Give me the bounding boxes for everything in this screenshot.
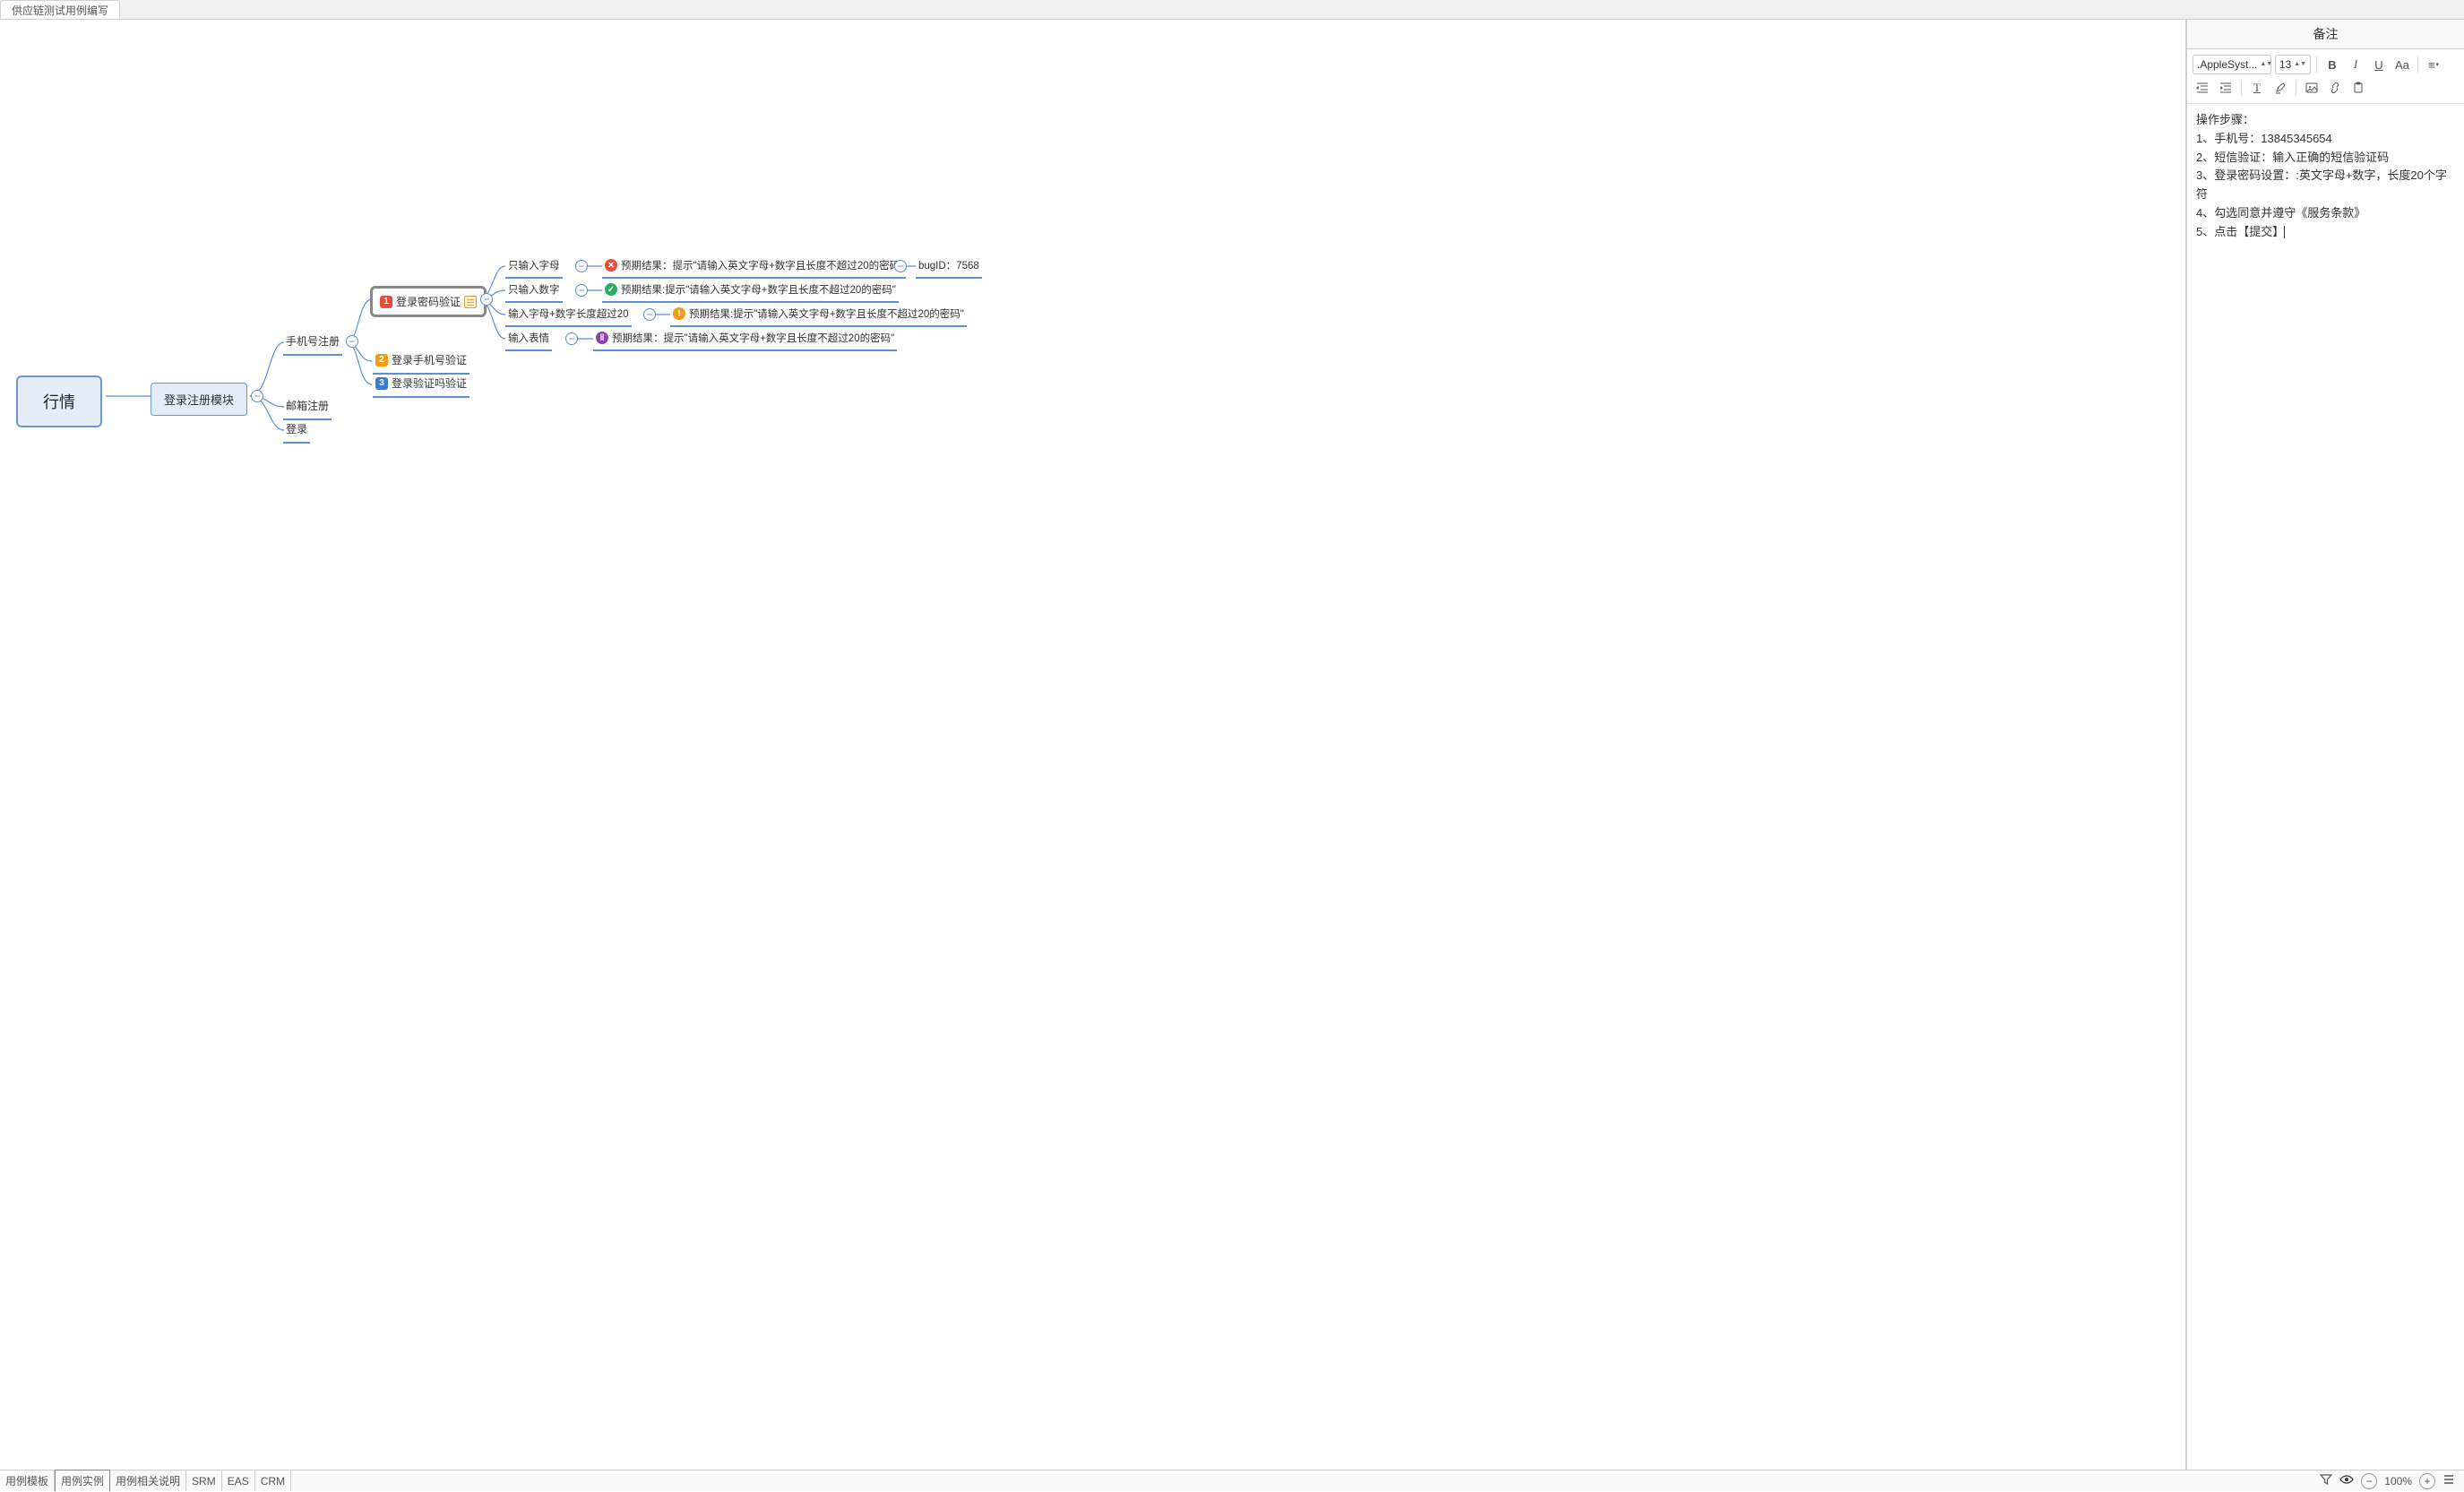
case-node[interactable]: 只输入字母 bbox=[505, 256, 563, 279]
font-size-value: 13 bbox=[2279, 58, 2291, 71]
bottom-tab[interactable]: SRM bbox=[186, 1470, 222, 1491]
clipboard-icon bbox=[2352, 82, 2365, 94]
notes-toolbar: .AppleSyst... ▲▼ 13 ▲▼ B I U Aa ≡▾ bbox=[2187, 49, 2464, 104]
bold-button[interactable]: B bbox=[2322, 55, 2342, 74]
clear-format-button[interactable]: T bbox=[2247, 78, 2267, 98]
align-button[interactable]: ≡▾ bbox=[2424, 55, 2443, 74]
notes-line: 1、手机号：13845345654 bbox=[2196, 130, 2455, 149]
notes-header: 备注 bbox=[2187, 20, 2464, 49]
result-text: 预期结果：提示"请输入英文字母+数字且长度不超过20的密码" bbox=[612, 331, 894, 345]
bugid-node[interactable]: bugID：7568 bbox=[916, 256, 982, 279]
notes-line: 3、登录密码设置：:英文字母+数字，长度20个字符 bbox=[2196, 167, 2455, 204]
menu-icon[interactable] bbox=[2442, 1473, 2455, 1488]
result-text: 预期结果：提示"请输入英文字母+数字且长度不超过20的密码" bbox=[621, 258, 903, 272]
zoom-in-button[interactable]: + bbox=[2419, 1473, 2435, 1489]
zoom-value: 100% bbox=[2384, 1475, 2412, 1488]
collapse-icon[interactable]: − bbox=[894, 260, 907, 272]
italic-button[interactable]: I bbox=[2346, 55, 2365, 74]
font-size-select[interactable]: 13 ▲▼ bbox=[2275, 55, 2311, 74]
top-tab[interactable]: 供应链测试用例编写 bbox=[0, 0, 120, 19]
result-node[interactable]: ✕ 预期结果：提示"请输入英文字母+数字且长度不超过20的密码" bbox=[602, 256, 906, 279]
bottom-tabs: 用例模板 用例实例 用例相关说明 SRM EAS CRM bbox=[0, 1470, 2320, 1491]
highlight-icon bbox=[2274, 82, 2287, 94]
bottom-tab[interactable]: 用例模板 bbox=[0, 1470, 55, 1491]
case-node[interactable]: 输入字母+数字长度超过20 bbox=[505, 305, 632, 327]
bottom-tab[interactable]: 用例实例 bbox=[55, 1470, 110, 1492]
result-text: 预期结果:提示"请输入英文字母+数字且长度不超过20的密码" bbox=[621, 282, 896, 297]
text-cursor bbox=[2284, 226, 2285, 238]
textcase-button[interactable]: Aa bbox=[2392, 55, 2412, 74]
notes-panel: 备注 .AppleSyst... ▲▼ 13 ▲▼ B I U Aa ≡▾ bbox=[2186, 20, 2464, 1470]
notes-line: 4、勾选同意并遵守《服务条款》 bbox=[2196, 204, 2455, 223]
image-icon bbox=[2305, 82, 2318, 94]
bottom-tab[interactable]: EAS bbox=[222, 1470, 255, 1491]
branch-login[interactable]: 登录 bbox=[283, 419, 310, 444]
node-label: 登录验证吗验证 bbox=[392, 375, 467, 391]
font-family-select[interactable]: .AppleSyst... ▲▼ bbox=[2193, 55, 2271, 74]
node-phone-verify[interactable]: 2 登录手机号验证 bbox=[373, 350, 470, 375]
branch-email[interactable]: 邮箱注册 bbox=[283, 396, 332, 420]
separator bbox=[2417, 56, 2418, 73]
priority-badge-2: 2 bbox=[375, 354, 388, 367]
notes-line: 操作步骤： bbox=[2196, 111, 2455, 130]
indent-increase-icon bbox=[2219, 82, 2232, 94]
connectors bbox=[0, 20, 986, 468]
status-warn-icon: ! bbox=[673, 307, 685, 320]
clipboard-button[interactable] bbox=[2348, 78, 2368, 98]
priority-badge-3: 3 bbox=[375, 377, 388, 390]
node-captcha-verify[interactable]: 3 登录验证吗验证 bbox=[373, 374, 470, 398]
highlight-button[interactable] bbox=[2270, 78, 2290, 98]
zoom-out-button[interactable]: − bbox=[2361, 1473, 2377, 1489]
collapse-icon[interactable]: − bbox=[575, 260, 588, 272]
root-node[interactable]: 行情 bbox=[16, 375, 102, 427]
result-node[interactable]: ! 预期结果:提示"请输入英文字母+数字且长度不超过20的密码" bbox=[670, 305, 967, 327]
bottom-bar: 用例模板 用例实例 用例相关说明 SRM EAS CRM − 100% + bbox=[0, 1470, 2464, 1491]
indent-increase-button[interactable] bbox=[2216, 78, 2236, 98]
link-button[interactable] bbox=[2325, 78, 2345, 98]
font-family-value: .AppleSyst... bbox=[2197, 58, 2257, 71]
priority-badge-1: 1 bbox=[380, 296, 392, 308]
notes-line: 2、短信验证：输入正确的短信验证码 bbox=[2196, 149, 2455, 168]
dropdown-arrows-icon: ▲▼ bbox=[2260, 62, 2272, 67]
top-tab-bar: 供应链测试用例编写 bbox=[0, 0, 2464, 20]
bottom-tab[interactable]: CRM bbox=[255, 1470, 291, 1491]
canvas[interactable]: 行情 登录注册模块 − 手机号注册 − 邮箱注册 登录 1 登录密码验证 − 2… bbox=[0, 20, 2186, 1470]
status-fail-icon: ✕ bbox=[605, 259, 617, 272]
collapse-icon[interactable]: − bbox=[251, 390, 263, 402]
indent-decrease-icon bbox=[2196, 82, 2209, 94]
bottom-tab[interactable]: 用例相关说明 bbox=[110, 1470, 186, 1491]
underline-button[interactable]: U bbox=[2369, 55, 2389, 74]
indent-decrease-button[interactable] bbox=[2193, 78, 2212, 98]
dropdown-arrows-icon: ▲▼ bbox=[2294, 62, 2306, 67]
collapse-icon[interactable]: − bbox=[575, 284, 588, 297]
result-node[interactable]: ‖ 预期结果：提示"请输入英文字母+数字且长度不超过20的密码" bbox=[593, 329, 897, 351]
case-node[interactable]: 只输入数字 bbox=[505, 280, 563, 303]
case-node[interactable]: 输入表情 bbox=[505, 329, 552, 351]
node-pwd-verify[interactable]: 1 登录密码验证 bbox=[370, 286, 487, 317]
collapse-icon[interactable]: − bbox=[643, 308, 656, 321]
status-pass-icon: ✓ bbox=[605, 283, 617, 296]
sub-node[interactable]: 登录注册模块 bbox=[151, 383, 247, 416]
result-node[interactable]: ✓ 预期结果:提示"请输入英文字母+数字且长度不超过20的密码" bbox=[602, 280, 899, 303]
collapse-icon[interactable]: − bbox=[480, 293, 493, 306]
branch-phone[interactable]: 手机号注册 bbox=[283, 332, 342, 356]
node-label: 登录手机号验证 bbox=[392, 352, 467, 367]
separator bbox=[2316, 56, 2317, 73]
result-text: 预期结果:提示"请输入英文字母+数字且长度不超过20的密码" bbox=[689, 306, 964, 321]
notes-line: 5、点击【提交】 bbox=[2196, 223, 2455, 242]
image-button[interactable] bbox=[2302, 78, 2322, 98]
note-icon[interactable] bbox=[464, 296, 477, 308]
bottom-tools: − 100% + bbox=[2320, 1470, 2464, 1491]
collapse-icon[interactable]: − bbox=[346, 335, 358, 348]
notes-content[interactable]: 操作步骤： 1、手机号：13845345654 2、短信验证：输入正确的短信验证… bbox=[2187, 104, 2464, 1470]
link-icon bbox=[2329, 82, 2341, 94]
main-area: 行情 登录注册模块 − 手机号注册 − 邮箱注册 登录 1 登录密码验证 − 2… bbox=[0, 20, 2464, 1470]
status-block-icon: ‖ bbox=[596, 332, 608, 344]
node-label: 登录密码验证 bbox=[396, 294, 461, 309]
collapse-icon[interactable]: − bbox=[565, 332, 578, 345]
filter-icon[interactable] bbox=[2320, 1473, 2332, 1488]
eye-icon[interactable] bbox=[2339, 1473, 2354, 1488]
separator bbox=[2241, 80, 2242, 96]
